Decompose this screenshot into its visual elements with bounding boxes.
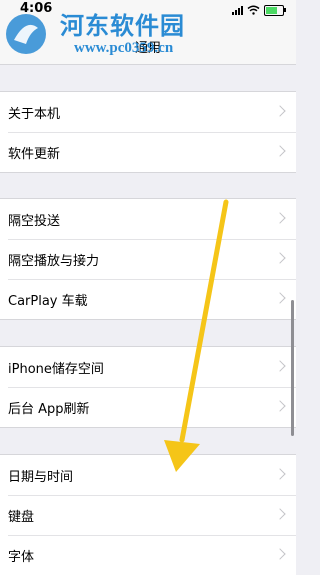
settings-row-keyboard[interactable]: 键盘 [0,495,296,535]
status-time: 4:06 [20,1,53,16]
settings-row-airplay-handoff[interactable]: 隔空播放与接力 [0,239,296,279]
battery-icon [264,4,286,16]
row-label: 隔空播放与接力 [8,254,100,269]
page-title: 通用 [134,41,161,56]
scrollbar[interactable] [291,300,294,436]
settings-group-storage: iPhone储存空间 后台 App刷新 [0,346,296,428]
row-label: 关于本机 [8,107,61,122]
row-label: CarPlay 车载 [8,294,88,309]
settings-row-date-time[interactable]: 日期与时间 [0,455,296,495]
chevron-right-icon [274,548,286,560]
chevron-right-icon [274,508,286,520]
signal-icon [232,5,243,15]
settings-group-connectivity: 隔空投送 隔空播放与接力 CarPlay 车载 [0,198,296,320]
wifi-icon [247,5,260,15]
chevron-right-icon [274,252,286,264]
settings-row-fonts[interactable]: 字体 [0,535,296,575]
chevron-right-icon [274,292,286,304]
settings-row-iphone-storage[interactable]: iPhone储存空间 [0,347,296,387]
row-label: 日期与时间 [8,470,74,485]
chevron-right-icon [274,212,286,224]
chevron-right-icon [274,360,286,372]
row-label: iPhone储存空间 [8,362,104,377]
settings-row-background-refresh[interactable]: 后台 App刷新 [0,387,296,427]
row-label: 字体 [8,550,35,565]
row-label: 键盘 [8,510,35,525]
settings-group-about: 关于本机 软件更新 [0,91,296,173]
settings-row-carplay[interactable]: CarPlay 车载 [0,279,296,319]
row-label: 后台 App刷新 [8,402,90,417]
status-icons [232,4,286,16]
status-bar: 4:06 [0,0,296,20]
settings-row-airdrop[interactable]: 隔空投送 [0,199,296,239]
row-label: 隔空投送 [8,214,61,229]
chevron-right-icon [274,145,286,157]
settings-row-about[interactable]: 关于本机 [0,92,296,132]
chevron-right-icon [274,468,286,480]
nav-bar: 通用 [0,20,296,65]
row-label: 软件更新 [8,147,61,162]
chevron-right-icon [274,105,286,117]
chevron-right-icon [274,400,286,412]
settings-group-date-keyboard: 日期与时间 键盘 字体 [0,454,296,575]
settings-row-software-update[interactable]: 软件更新 [0,132,296,172]
